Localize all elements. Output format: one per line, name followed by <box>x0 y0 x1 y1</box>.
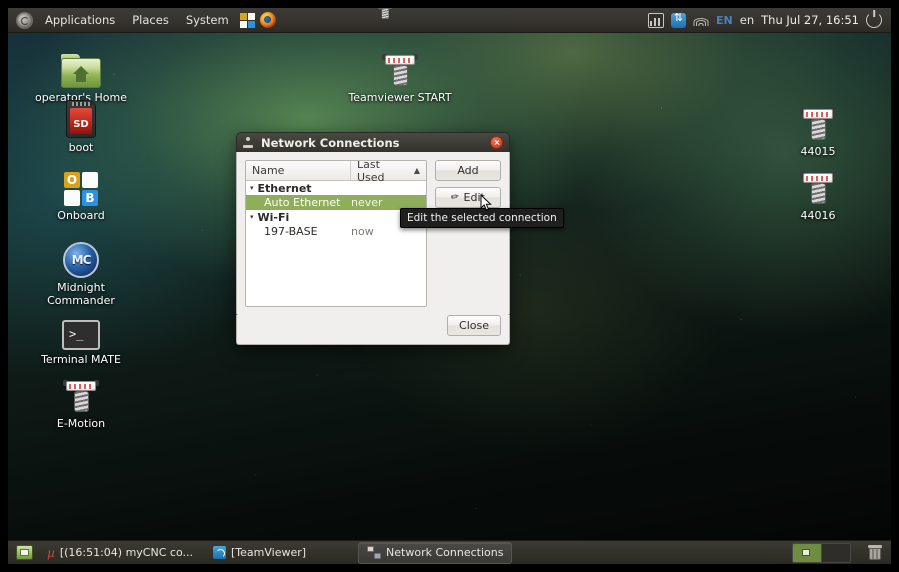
screen: TE Applications Places System <box>0 0 899 572</box>
emotion-launcher[interactable] <box>376 8 412 37</box>
wifi-icon[interactable] <box>693 14 709 27</box>
desktop-icon-terminal-mate[interactable]: Terminal MATE <box>33 308 129 366</box>
panel-right-zone <box>792 543 891 563</box>
firefox-icon[interactable] <box>260 12 276 28</box>
add-button[interactable]: Add <box>435 160 501 181</box>
desktop-icon-44015[interactable]: 44015 <box>770 100 866 158</box>
table-row[interactable]: Auto Ethernet never <box>246 195 426 210</box>
desktop-surface: TE Applications Places System <box>8 8 891 564</box>
connections-list[interactable]: Name Last Used ▲ ▾ Ethernet Auto Etherne… <box>245 160 427 307</box>
desktop-icon-label: Onboard <box>33 209 129 222</box>
table-row[interactable]: 197-BASE now <box>246 224 426 239</box>
desktop-icon-label: E-Motion <box>33 417 129 430</box>
desktop-icon-label: Teamviewer START <box>345 91 455 104</box>
desktop-icon-teamviewer-start[interactable]: Teamviewer START <box>345 46 455 104</box>
teamviewer-icon <box>213 546 226 559</box>
desktop-icon-44016[interactable]: 44016 <box>770 164 866 222</box>
menu-applications[interactable]: Applications <box>40 13 120 27</box>
taskbar-item-label: Network Connections <box>386 546 503 559</box>
close-icon[interactable] <box>490 136 503 149</box>
network-connections-icon <box>367 546 381 559</box>
mate-menu-icon[interactable] <box>16 12 33 29</box>
system-tray: EN en Thu Jul 27, 16:51 <box>648 12 891 28</box>
column-header-last-used[interactable]: Last Used ▲ <box>351 161 426 180</box>
trash-icon[interactable] <box>867 545 883 561</box>
desktop-icon-onboard[interactable]: OB Onboard <box>33 164 129 222</box>
home-folder-icon <box>33 46 129 88</box>
desktop-icon-emotion[interactable]: E-Motion <box>33 372 129 430</box>
close-button[interactable]: Close <box>447 315 501 336</box>
show-desktop-icon[interactable] <box>16 545 33 560</box>
emotion-spring-icon <box>376 8 394 20</box>
clock[interactable]: Thu Jul 27, 16:51 <box>761 13 859 27</box>
connections-list-wrapper: Name Last Used ▲ ▾ Ethernet Auto Etherne… <box>245 160 427 307</box>
midnight-commander-icon: MC <box>33 236 129 278</box>
dialog-body: Name Last Used ▲ ▾ Ethernet Auto Etherne… <box>236 152 510 316</box>
power-icon[interactable] <box>866 12 882 28</box>
bottom-panel: µ [(16:51:04) myCNC co... [TeamViewer] N… <box>8 540 891 564</box>
edit-button-label: Edit <box>464 191 485 204</box>
taskbar-item-label: [TeamViewer] <box>231 546 306 559</box>
desktop-icon-midnight-commander[interactable]: MC Midnight Commander <box>33 236 129 307</box>
sort-ascending-icon: ▲ <box>414 166 420 175</box>
top-panel: Applications Places System EN en <box>8 8 891 33</box>
workspace-1[interactable] <box>793 544 822 562</box>
onboard-keyboard-icon[interactable] <box>240 13 255 28</box>
group-label: Wi-Fi <box>258 211 290 224</box>
connection-name: 197-BASE <box>264 225 351 238</box>
mycnc-icon: µ <box>47 546 55 560</box>
group-label: Ethernet <box>258 182 312 195</box>
add-button-label: Add <box>457 164 478 177</box>
workspace-switcher[interactable] <box>792 543 851 563</box>
tooltip: Edit the selected connection <box>400 208 564 228</box>
taskbar-item-mycnc[interactable]: µ [(16:51:04) myCNC co... <box>39 543 201 563</box>
emotion-spring-icon <box>770 164 866 206</box>
terminal-icon <box>33 308 129 350</box>
menu-places[interactable]: Places <box>127 13 174 27</box>
group-header-wifi[interactable]: ▾ Wi-Fi <box>246 210 426 224</box>
taskbar-item-network-connections[interactable]: Network Connections <box>358 542 512 564</box>
edit-button[interactable]: ✏ Edit <box>435 187 501 208</box>
connection-name: Auto Ethernet <box>264 196 351 209</box>
workspace-2[interactable] <box>822 544 850 562</box>
emotion-spring-icon <box>33 372 129 414</box>
window-list: µ [(16:51:04) myCNC co... [TeamViewer] N… <box>39 543 792 563</box>
emotion-spring-icon <box>345 46 455 88</box>
chevron-down-icon: ▾ <box>250 213 254 221</box>
software-update-icon[interactable] <box>671 13 686 28</box>
column-header-name[interactable]: Name <box>246 161 351 180</box>
chevron-down-icon: ▾ <box>250 184 254 192</box>
menu-system[interactable]: System <box>181 13 234 27</box>
dialog-title: Network Connections <box>261 136 490 150</box>
keyboard-layout-badge[interactable]: EN <box>716 14 733 27</box>
taskbar-item-label: [(16:51:04) myCNC co... <box>60 546 193 559</box>
language-indicator[interactable]: en <box>740 13 754 27</box>
system-monitor-icon[interactable] <box>648 13 664 28</box>
dialog-button-column: Add ✏ Edit <box>435 160 501 307</box>
column-header-last-used-label: Last Used <box>357 160 410 184</box>
sd-card-icon <box>33 96 129 138</box>
pencil-icon: ✏ <box>450 191 460 203</box>
desktop-icon-boot[interactable]: boot <box>33 96 129 154</box>
dialog-titlebar[interactable]: Network Connections <box>236 132 510 152</box>
desktop-icon-label: Terminal MATE <box>33 353 129 366</box>
emotion-spring-icon <box>770 100 866 142</box>
desktop-icon-label: Midnight Commander <box>33 281 129 307</box>
list-header: Name Last Used ▲ <box>246 161 426 181</box>
dialog-footer: Close <box>236 315 510 345</box>
desktop-icon-label: 44015 <box>770 145 866 158</box>
network-connections-icon <box>243 137 253 148</box>
desktop-icon-label: boot <box>33 141 129 154</box>
desktop-icon-label: 44016 <box>770 209 866 222</box>
onboard-keyboard-icon: OB <box>33 164 129 206</box>
taskbar-item-teamviewer[interactable]: [TeamViewer] <box>205 543 314 563</box>
network-connections-dialog: Network Connections Name Last Used ▲ <box>236 132 510 345</box>
close-button-label: Close <box>459 319 489 332</box>
panel-menubar: Applications Places System <box>8 12 234 29</box>
